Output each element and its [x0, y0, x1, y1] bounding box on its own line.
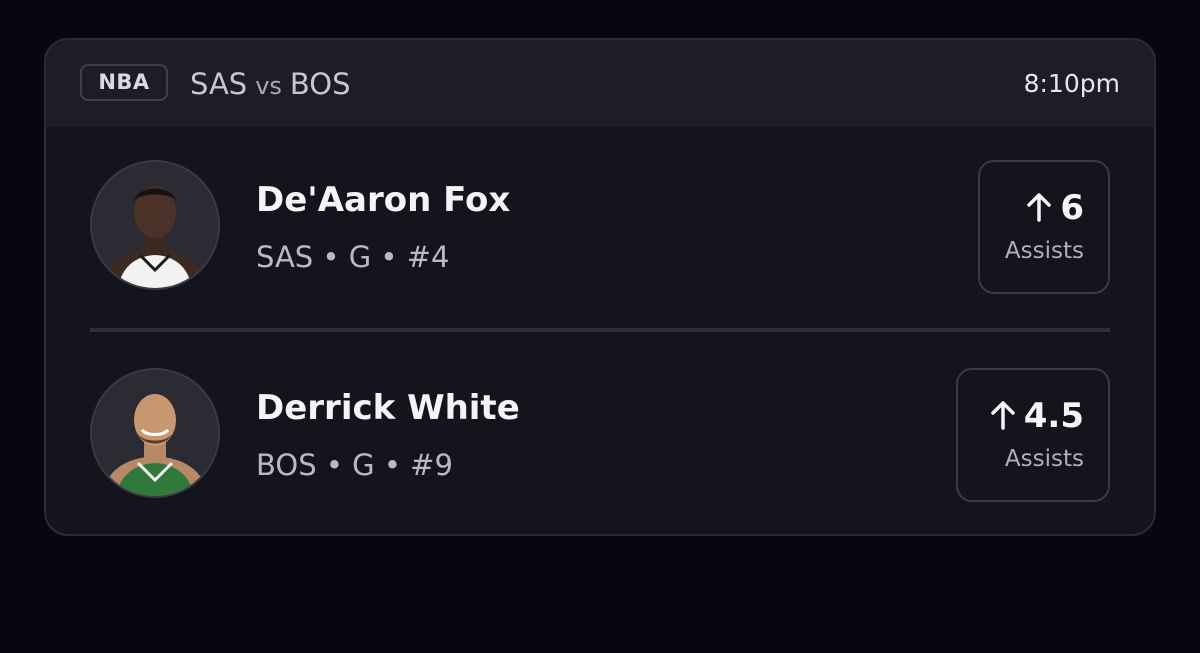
prop-line: 6	[1026, 188, 1084, 228]
prop-pick-button[interactable]: 6 Assists	[978, 160, 1110, 294]
prop-line: 4.5	[990, 396, 1084, 436]
player-name: De'Aaron Fox	[256, 180, 511, 220]
player-meta: SAS • G • #4	[256, 240, 450, 274]
game-header: NBA SAS vs BOS 8:10pm	[46, 40, 1154, 127]
player-headshot-icon	[92, 370, 218, 496]
vs-label: vs	[255, 72, 282, 100]
home-team: SAS	[190, 67, 248, 101]
arrow-up-icon	[1027, 192, 1052, 222]
game-time: 8:10pm	[1023, 69, 1120, 98]
player-name: Derrick White	[256, 388, 520, 428]
player-row[interactable]: De'Aaron Fox SAS • G • #4 6 Assists	[46, 146, 1154, 296]
player-row[interactable]: Derrick White BOS • G • #9 4.5 Assists	[46, 354, 1154, 504]
prop-pick-button[interactable]: 4.5 Assists	[956, 368, 1110, 502]
player-headshot-icon	[92, 162, 218, 288]
arrow-up-icon	[991, 400, 1015, 430]
prop-stat-label: Assists	[1004, 238, 1084, 264]
league-badge: NBA	[80, 64, 168, 101]
prop-line-value: 4.5	[1023, 396, 1084, 436]
player-meta: BOS • G • #9	[256, 448, 453, 482]
prop-line-value: 6	[1060, 188, 1084, 228]
away-team: BOS	[289, 67, 351, 101]
matchup: SAS vs BOS	[190, 64, 351, 104]
row-divider	[90, 328, 1110, 332]
game-card: NBA SAS vs BOS 8:10pm De'Aaron Fox SAS • G…	[44, 38, 1156, 536]
player-avatar	[90, 160, 220, 290]
prop-stat-label: Assists	[1004, 446, 1084, 472]
player-avatar	[90, 368, 220, 498]
